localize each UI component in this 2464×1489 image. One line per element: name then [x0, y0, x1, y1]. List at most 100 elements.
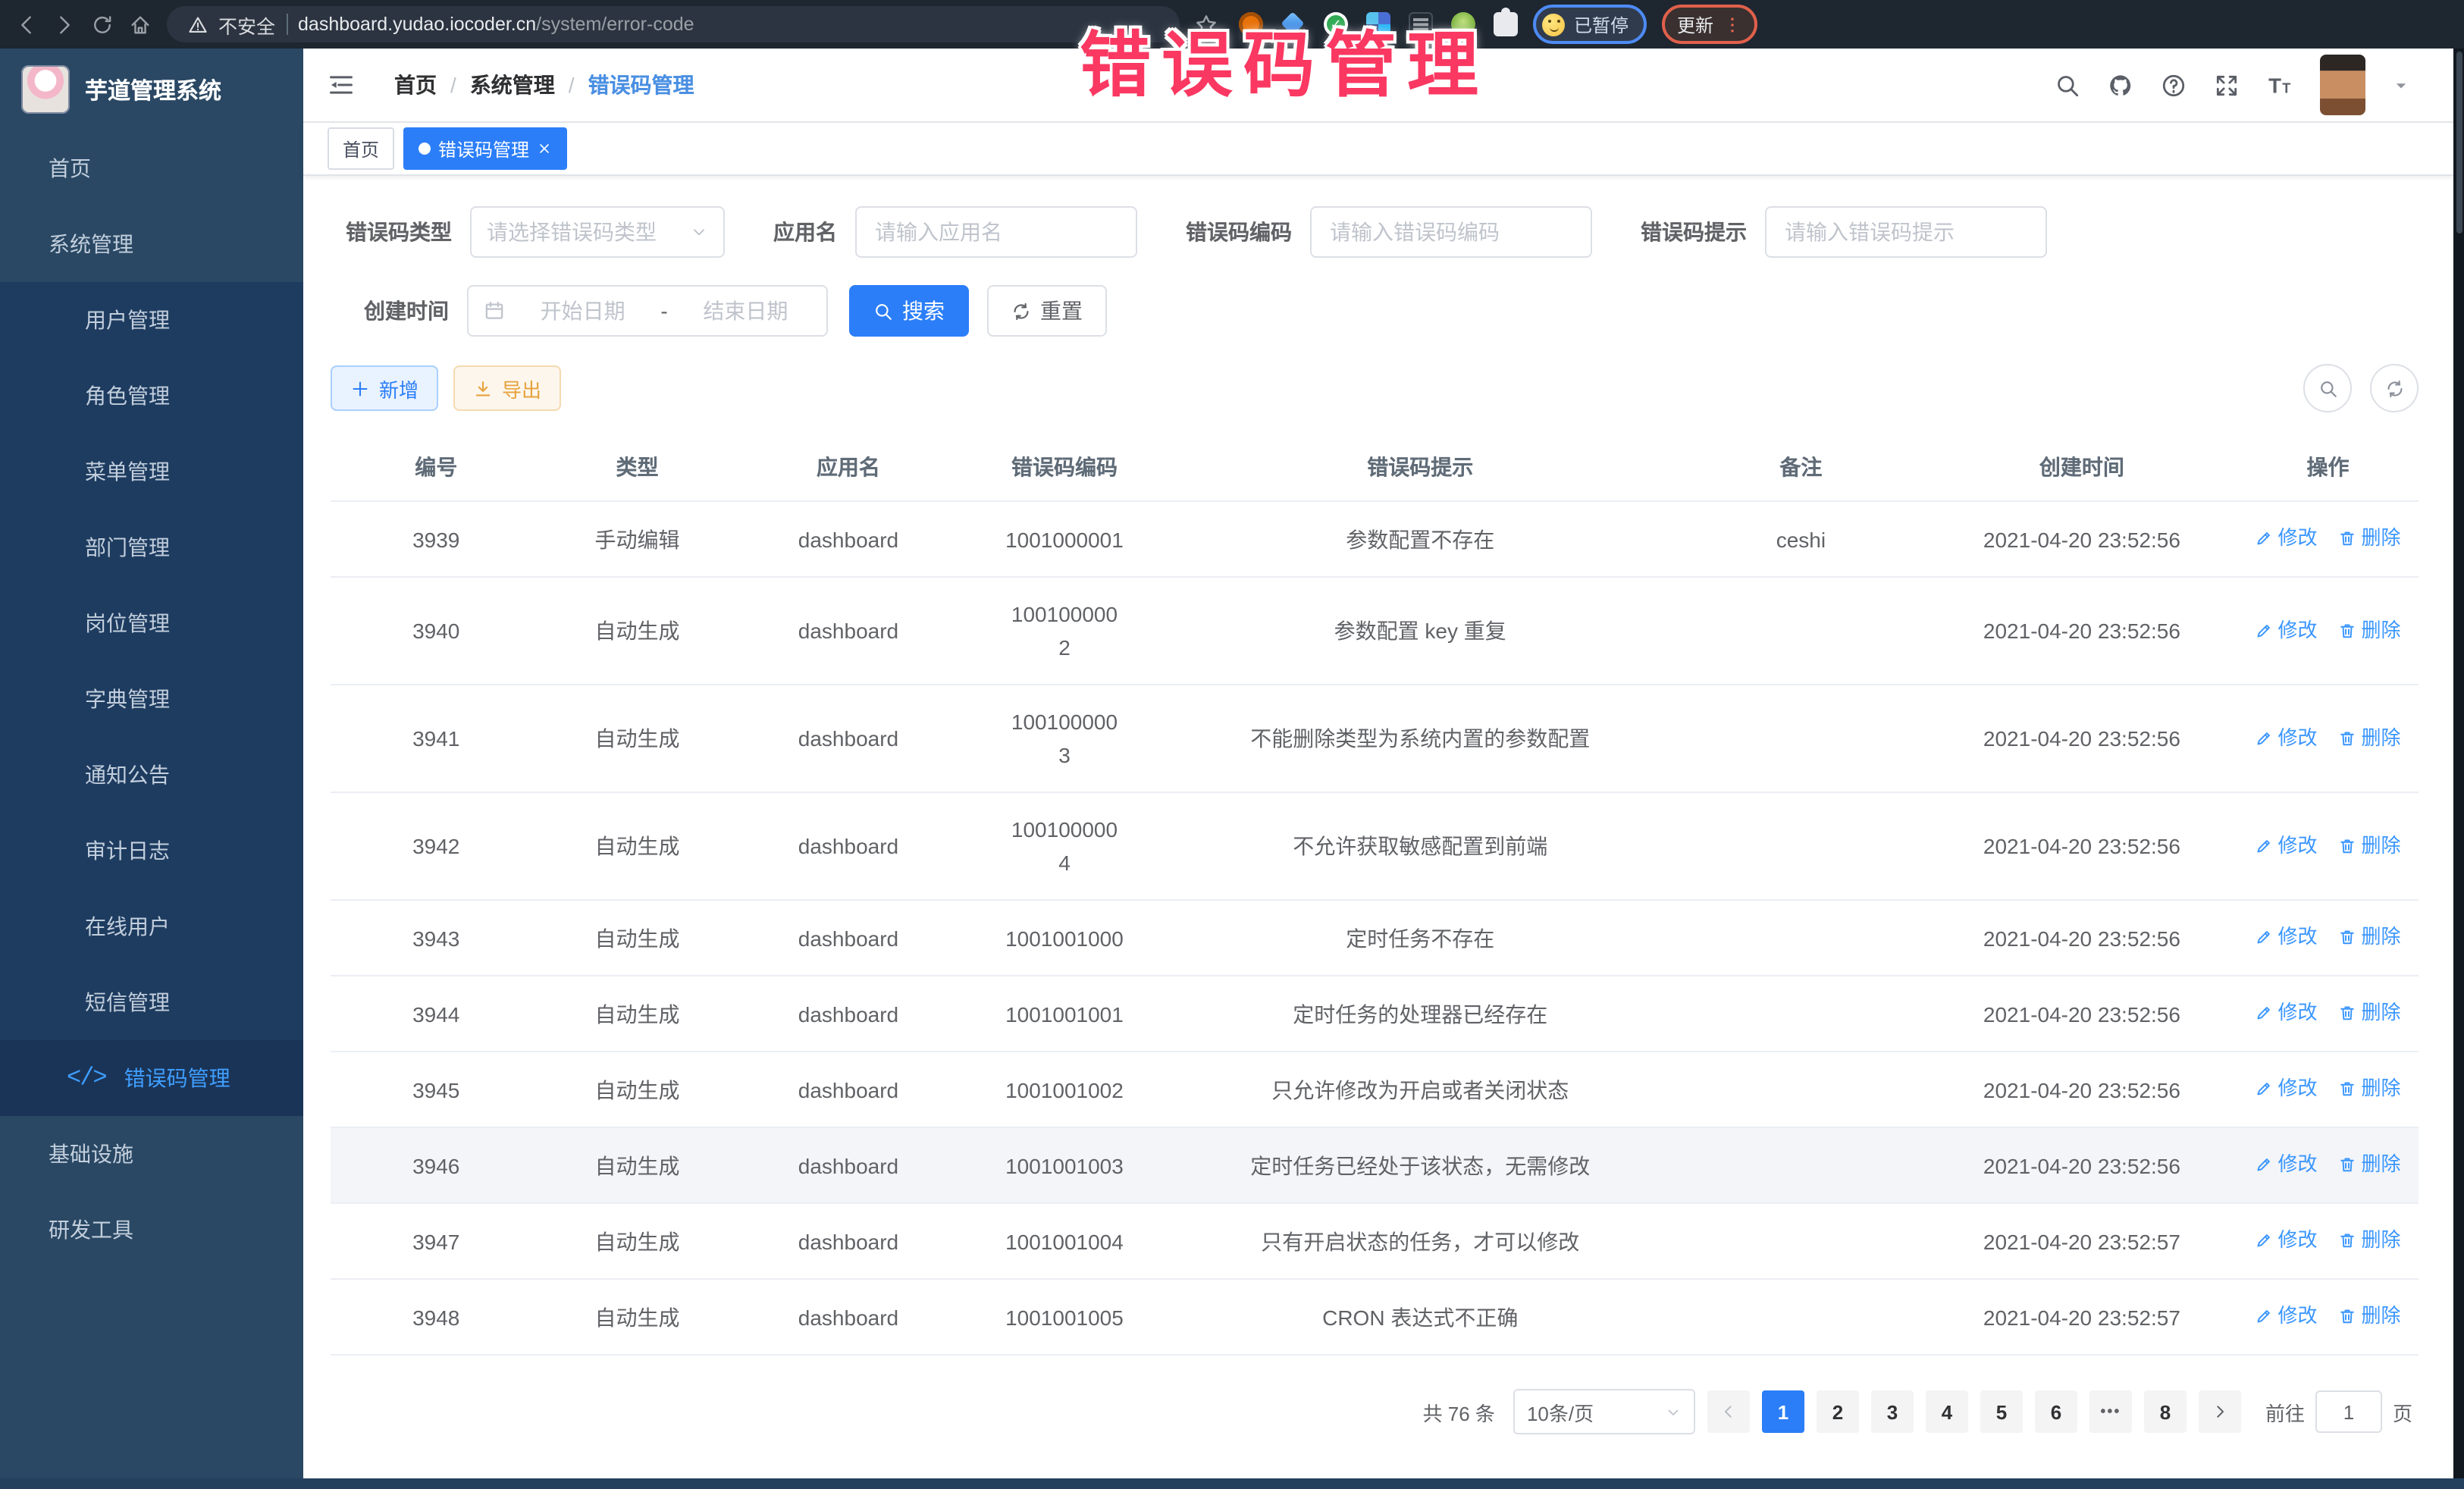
sidebar-item-7[interactable]: 字典管理 [0, 661, 303, 737]
add-button[interactable]: 新增 [331, 365, 438, 411]
tag-home[interactable]: 首页 [328, 127, 394, 170]
breadcrumb-system[interactable]: 系统管理 [470, 70, 555, 100]
delete-link[interactable]: 删除 [2338, 613, 2400, 647]
type-select[interactable]: 请选择错误码类型 [470, 206, 725, 258]
edit-link[interactable]: 修改 [2255, 1072, 2317, 1105]
github-icon[interactable] [2108, 72, 2133, 98]
extensions-paused-pill[interactable]: 已暂停 [1533, 5, 1647, 44]
delete-link[interactable]: 删除 [2338, 1299, 2400, 1333]
export-button[interactable]: 导出 [453, 365, 561, 411]
window-scrollbar[interactable] [2453, 49, 2464, 1478]
type-label: 错误码类型 [346, 217, 452, 247]
address-bar[interactable]: 不安全 dashboard.yudao.iocoder.cn/system/er… [167, 6, 1180, 42]
reload-icon[interactable] [91, 13, 114, 36]
date-range-picker[interactable]: 开始日期 - 结束日期 [467, 285, 828, 337]
page-size-select[interactable]: 10条/页 [1513, 1389, 1695, 1434]
toggle-search-button[interactable] [2303, 364, 2352, 412]
kebab-menu-icon[interactable] [1723, 14, 1742, 34]
page-button-1[interactable]: 1 [1762, 1390, 1804, 1433]
sidebar-item-8[interactable]: 通知公告 [0, 737, 303, 813]
sidebar-item-6[interactable]: 岗位管理 [0, 585, 303, 661]
sidebar-item-0[interactable]: 首页 [0, 130, 303, 206]
warning-icon [188, 14, 208, 34]
row-hint: 只允许修改为开启或者关闭状态 [1165, 1052, 1676, 1127]
fullscreen-icon[interactable] [2214, 72, 2240, 98]
trash-icon [2338, 621, 2356, 639]
delete-link[interactable]: 删除 [2338, 920, 2400, 954]
edit-link[interactable]: 修改 [2255, 920, 2317, 954]
user-avatar[interactable] [2320, 55, 2365, 115]
font-size-icon[interactable]: TT [2267, 72, 2293, 98]
page-button-2[interactable]: 2 [1817, 1390, 1859, 1433]
error-code-table: 编号类型应用名错误码编码错误码提示备注创建时间操作 3939手动编辑dashbo… [331, 434, 2419, 1356]
sidebar-item-label: 研发工具 [49, 1215, 133, 1245]
page-button-3[interactable]: 3 [1871, 1390, 1914, 1433]
page-button-6[interactable]: 6 [2035, 1390, 2077, 1433]
sidebar-item-2[interactable]: 用户管理 [0, 282, 303, 358]
app-label: 应用名 [773, 217, 837, 247]
pencil-icon [2255, 1307, 2273, 1325]
delete-link[interactable]: 删除 [2338, 522, 2400, 555]
tag-error-code[interactable]: 错误码管理 [403, 127, 567, 170]
reset-button[interactable]: 重置 [987, 285, 1107, 337]
sidebar-item-label: 通知公告 [85, 760, 170, 790]
edit-link[interactable]: 修改 [2255, 522, 2317, 555]
next-page-button[interactable] [2199, 1390, 2241, 1433]
chevron-down-icon [690, 223, 708, 241]
edit-link[interactable]: 修改 [2255, 613, 2317, 647]
update-button[interactable]: 更新 [1662, 5, 1757, 44]
prev-page-button[interactable] [1707, 1390, 1750, 1433]
app-logo-row[interactable]: 芋道管理系统 [0, 49, 303, 130]
delete-link[interactable]: 删除 [2338, 996, 2400, 1030]
overlay-annotation: 错误码管理 [1080, 6, 1489, 111]
delete-link[interactable]: 删除 [2338, 1072, 2400, 1105]
edit-link[interactable]: 修改 [2255, 1148, 2317, 1181]
breadcrumb-home[interactable]: 首页 [394, 70, 437, 100]
close-icon[interactable] [537, 141, 552, 156]
sidebar-item-13[interactable]: 基础设施 [0, 1116, 303, 1192]
search-button[interactable]: 搜索 [849, 285, 969, 337]
forward-icon[interactable] [53, 13, 76, 36]
delete-link[interactable]: 删除 [2338, 829, 2400, 862]
browser-home-icon[interactable] [129, 13, 152, 36]
hint-input-wrap [1765, 206, 2047, 258]
trash-icon [2338, 836, 2356, 854]
sidebar-item-4[interactable]: 菜单管理 [0, 434, 303, 509]
sidebar-item-5[interactable]: 部门管理 [0, 509, 303, 585]
svg-text:T: T [2268, 74, 2281, 97]
edit-link[interactable]: 修改 [2255, 829, 2317, 862]
row-code: 1001001005 [964, 1279, 1165, 1355]
refresh-table-button[interactable] [2370, 364, 2419, 412]
delete-link[interactable]: 删除 [2338, 721, 2400, 754]
code-input[interactable] [1327, 218, 1575, 246]
page-button-5[interactable]: 5 [1980, 1390, 2023, 1433]
page-button-4[interactable]: 4 [1926, 1390, 1968, 1433]
help-icon[interactable] [2161, 72, 2187, 98]
sidebar-item-12[interactable]: </>错误码管理 [0, 1040, 303, 1116]
app-input[interactable] [872, 218, 1121, 246]
row-app: dashboard [733, 1127, 964, 1203]
collapse-sidebar-icon[interactable] [328, 71, 355, 99]
edit-link[interactable]: 修改 [2255, 1224, 2317, 1257]
row-created: 2021-04-20 23:52:56 [1926, 976, 2237, 1052]
sidebar-item-10[interactable]: 在线用户 [0, 889, 303, 964]
edit-link[interactable]: 修改 [2255, 996, 2317, 1030]
back-icon[interactable] [15, 13, 38, 36]
delete-link[interactable]: 删除 [2338, 1148, 2400, 1181]
goto-page-input[interactable] [2315, 1390, 2382, 1433]
puzzle-extension-icon[interactable] [1494, 12, 1518, 36]
sidebar-item-1[interactable]: 系统管理 [0, 206, 303, 282]
sidebar-item-3[interactable]: 角色管理 [0, 358, 303, 434]
search-icon[interactable] [2055, 72, 2080, 98]
sidebar-item-11[interactable]: 短信管理 [0, 964, 303, 1040]
delete-link[interactable]: 删除 [2338, 1224, 2400, 1257]
page-button-8[interactable]: 8 [2144, 1390, 2187, 1433]
sidebar-item-14[interactable]: 研发工具 [0, 1192, 303, 1268]
page-ellipsis[interactable]: ••• [2089, 1390, 2132, 1433]
edit-link[interactable]: 修改 [2255, 1299, 2317, 1333]
sidebar-item-9[interactable]: 审计日志 [0, 813, 303, 889]
hint-input[interactable] [1782, 218, 2030, 246]
chevron-down-icon[interactable] [2393, 77, 2409, 93]
calendar-icon [484, 300, 505, 321]
edit-link[interactable]: 修改 [2255, 721, 2317, 754]
